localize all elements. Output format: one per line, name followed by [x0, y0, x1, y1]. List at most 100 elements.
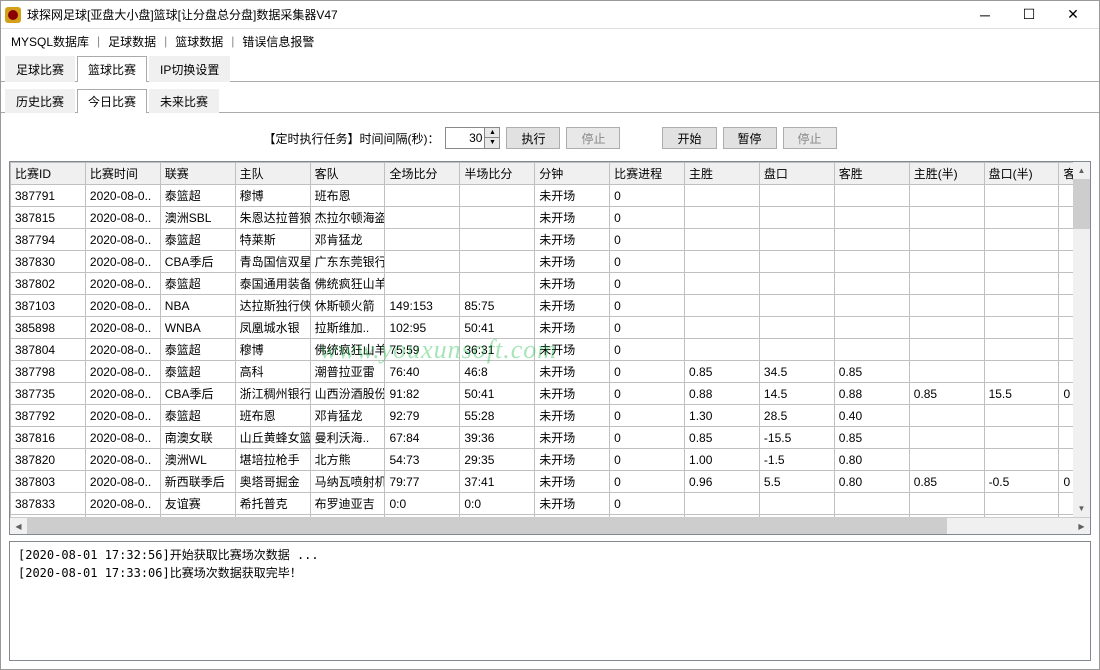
cell	[984, 361, 1059, 383]
cell	[834, 185, 909, 207]
column-header[interactable]: 联赛	[160, 163, 235, 185]
vertical-scrollbar[interactable]: ▲ ▼	[1073, 162, 1090, 517]
tab-basketball[interactable]: 篮球比赛	[77, 56, 147, 82]
cell	[385, 229, 460, 251]
cell: 387791	[11, 185, 86, 207]
scroll-left-icon[interactable]: ◀	[10, 518, 27, 535]
cell: 15.5	[984, 383, 1059, 405]
cell	[685, 339, 760, 361]
scroll-up-icon[interactable]: ▲	[1073, 162, 1090, 179]
column-header[interactable]: 主胜	[685, 163, 760, 185]
tab-ip[interactable]: IP切换设置	[149, 56, 230, 82]
close-button[interactable]: ✕	[1051, 1, 1095, 29]
cell	[460, 229, 535, 251]
column-header[interactable]: 全场比分	[385, 163, 460, 185]
spinner-down[interactable]: ▼	[485, 138, 499, 148]
spinner-up[interactable]: ▲	[485, 128, 499, 138]
cell: 未开场	[535, 449, 610, 471]
cell: 高科	[235, 361, 310, 383]
cell: 广东东莞银行	[310, 251, 385, 273]
pause-button[interactable]: 暂停	[723, 127, 777, 149]
cell	[759, 493, 834, 515]
column-header[interactable]: 主队	[235, 163, 310, 185]
cell	[759, 317, 834, 339]
cell: 北方熊	[310, 449, 385, 471]
minimize-button[interactable]: ─	[963, 1, 1007, 29]
execute-button[interactable]: 执行	[506, 127, 560, 149]
cell: 387816	[11, 427, 86, 449]
table-row[interactable]: 3878152020-08-0..澳洲SBL朱恩达拉普狼杰拉尔顿海盗未开场0	[11, 207, 1090, 229]
table-row[interactable]: 3871032020-08-0..NBA达拉斯独行侠休斯顿火箭149:15385…	[11, 295, 1090, 317]
menu-mysql[interactable]: MYSQL数据库	[7, 31, 93, 52]
table-row[interactable]: 3877912020-08-0..泰篮超穆博班布恩未开场0	[11, 185, 1090, 207]
cell	[984, 185, 1059, 207]
table-row[interactable]: 3878042020-08-0..泰篮超穆博佛统疯狂山羊75:5936:31未开…	[11, 339, 1090, 361]
cell: 2020-08-0..	[85, 317, 160, 339]
table-row[interactable]: 3878302020-08-0..CBA季后青岛国信双星广东东莞银行未开场0	[11, 251, 1090, 273]
interval-spinner[interactable]: ▲ ▼	[445, 127, 500, 149]
subtab-history[interactable]: 历史比赛	[5, 89, 75, 113]
scroll-right-icon[interactable]: ▶	[1073, 518, 1090, 535]
column-header[interactable]: 比赛进程	[610, 163, 685, 185]
cell: 2020-08-0..	[85, 471, 160, 493]
cell: 387794	[11, 229, 86, 251]
stop-button: 停止	[783, 127, 837, 149]
cell: 149:153	[385, 295, 460, 317]
column-header[interactable]: 盘口	[759, 163, 834, 185]
column-header[interactable]: 客队	[310, 163, 385, 185]
cell	[909, 339, 984, 361]
cell	[385, 251, 460, 273]
menu-basketball[interactable]: 篮球数据	[171, 31, 227, 52]
menu-error[interactable]: 错误信息报警	[238, 31, 318, 52]
cell: 友谊赛	[160, 493, 235, 515]
subtab-today[interactable]: 今日比赛	[77, 89, 147, 113]
cell: 希托普克	[235, 493, 310, 515]
cell: 0.85	[685, 361, 760, 383]
cell: 0	[610, 295, 685, 317]
column-header[interactable]: 客胜	[834, 163, 909, 185]
table-row[interactable]: 3878022020-08-0..泰篮超泰国通用装备佛统疯狂山羊未开场0	[11, 273, 1090, 295]
cell	[685, 185, 760, 207]
cell: 未开场	[535, 207, 610, 229]
cell: 邓肯猛龙	[310, 229, 385, 251]
cell: 0	[610, 405, 685, 427]
column-header[interactable]: 分钟	[535, 163, 610, 185]
data-table: 比赛ID比赛时间联赛主队客队全场比分半场比分分钟比赛进程主胜盘口客胜主胜(半)盘…	[10, 162, 1090, 517]
interval-input[interactable]	[446, 128, 484, 148]
table-row[interactable]: 3878202020-08-0..澳洲WL堪培拉枪手北方熊54:7329:35未…	[11, 449, 1090, 471]
column-header[interactable]: 半场比分	[460, 163, 535, 185]
column-header[interactable]: 比赛时间	[85, 163, 160, 185]
column-header[interactable]: 比赛ID	[11, 163, 86, 185]
cell: 布罗迪亚吉	[310, 493, 385, 515]
cell: 39:36	[460, 427, 535, 449]
tab-football[interactable]: 足球比赛	[5, 56, 75, 82]
column-header[interactable]: 盘口(半)	[984, 163, 1059, 185]
table-row[interactable]: 3877352020-08-0..CBA季后浙江稠州银行山西汾酒股份91:825…	[11, 383, 1090, 405]
table-row[interactable]: 3878332020-08-0..友谊赛希托普克布罗迪亚吉0:00:0未开场0	[11, 493, 1090, 515]
menu-football[interactable]: 足球数据	[104, 31, 160, 52]
cell: 387735	[11, 383, 86, 405]
table-row[interactable]: 3877942020-08-0..泰篮超特莱斯邓肯猛龙未开场0	[11, 229, 1090, 251]
cell: 79:77	[385, 471, 460, 493]
start-button[interactable]: 开始	[662, 127, 716, 149]
cell	[909, 295, 984, 317]
cell: 1.30	[685, 405, 760, 427]
maximize-button[interactable]: ☐	[1007, 1, 1051, 29]
horizontal-scrollbar[interactable]: ◀ ▶	[10, 517, 1090, 534]
cell: 未开场	[535, 273, 610, 295]
table-row[interactable]: 3877982020-08-0..泰篮超高科潮普拉亚雷76:4046:8未开场0…	[11, 361, 1090, 383]
cell: 0.96	[685, 471, 760, 493]
scroll-down-icon[interactable]: ▼	[1073, 500, 1090, 517]
cell: CBA季后	[160, 251, 235, 273]
column-header[interactable]: 主胜(半)	[909, 163, 984, 185]
table-row[interactable]: 3878032020-08-0..新西联季后奥塔哥掘金马纳瓦喷射机79:7737…	[11, 471, 1090, 493]
cell	[909, 317, 984, 339]
stop-timer-button: 停止	[566, 127, 620, 149]
cell: -15.5	[759, 427, 834, 449]
subtab-future[interactable]: 未来比赛	[149, 89, 219, 113]
cell: 休斯顿火箭	[310, 295, 385, 317]
table-row[interactable]: 3878162020-08-0..南澳女联山丘黄蜂女篮曼利沃海..67:8439…	[11, 427, 1090, 449]
cell: 山丘黄蜂女篮	[235, 427, 310, 449]
table-row[interactable]: 3858982020-08-0..WNBA凤凰城水银拉斯维加..102:9550…	[11, 317, 1090, 339]
table-row[interactable]: 3877922020-08-0..泰篮超班布恩邓肯猛龙92:7955:28未开场…	[11, 405, 1090, 427]
